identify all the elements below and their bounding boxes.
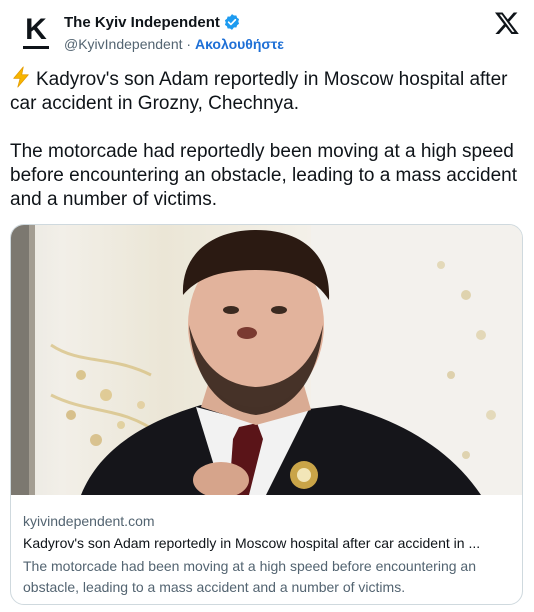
tweet-text: Kadyrov's son Adam reportedly in Moscow … bbox=[10, 66, 520, 212]
high-voltage-icon bbox=[13, 66, 29, 88]
link-preview-card[interactable]: kyivindependent.com Kadyrov's son Adam r… bbox=[10, 224, 523, 605]
avatar-logo-underline bbox=[23, 46, 49, 49]
article-photo bbox=[11, 225, 522, 495]
card-image[interactable] bbox=[11, 225, 522, 495]
follow-button[interactable]: Ακολουθήστε bbox=[195, 36, 284, 52]
avatar-logo-letter: K bbox=[25, 13, 47, 46]
tweet-paragraph-1: Kadyrov's son Adam reportedly in Moscow … bbox=[10, 66, 520, 116]
avatar[interactable]: K bbox=[16, 12, 56, 52]
display-name[interactable]: The Kyiv Independent bbox=[64, 14, 220, 31]
handle[interactable]: @KyivIndependent bbox=[64, 36, 183, 52]
tweet-paragraph-2: The motorcade had reportedly been moving… bbox=[10, 141, 517, 210]
card-meta: kyivindependent.com Kadyrov's son Adam r… bbox=[11, 495, 522, 598]
card-title[interactable]: Kadyrov's son Adam reportedly in Moscow … bbox=[23, 533, 510, 553]
card-domain: kyivindependent.com bbox=[23, 513, 155, 529]
separator: · bbox=[186, 36, 192, 52]
author-info: The Kyiv Independent @KyivIndependent · … bbox=[64, 11, 284, 54]
card-description: The motorcade had been moving at a high … bbox=[23, 558, 476, 595]
handle-row: @KyivIndependent · Ακολουθήστε bbox=[64, 34, 284, 54]
x-logo-icon[interactable] bbox=[494, 10, 520, 36]
tweet-header: K The Kyiv Independent @KyivIndependent … bbox=[12, 8, 522, 58]
verified-badge-icon bbox=[224, 14, 239, 30]
tweet-headline: Kadyrov's son Adam reportedly in Moscow … bbox=[10, 69, 508, 114]
